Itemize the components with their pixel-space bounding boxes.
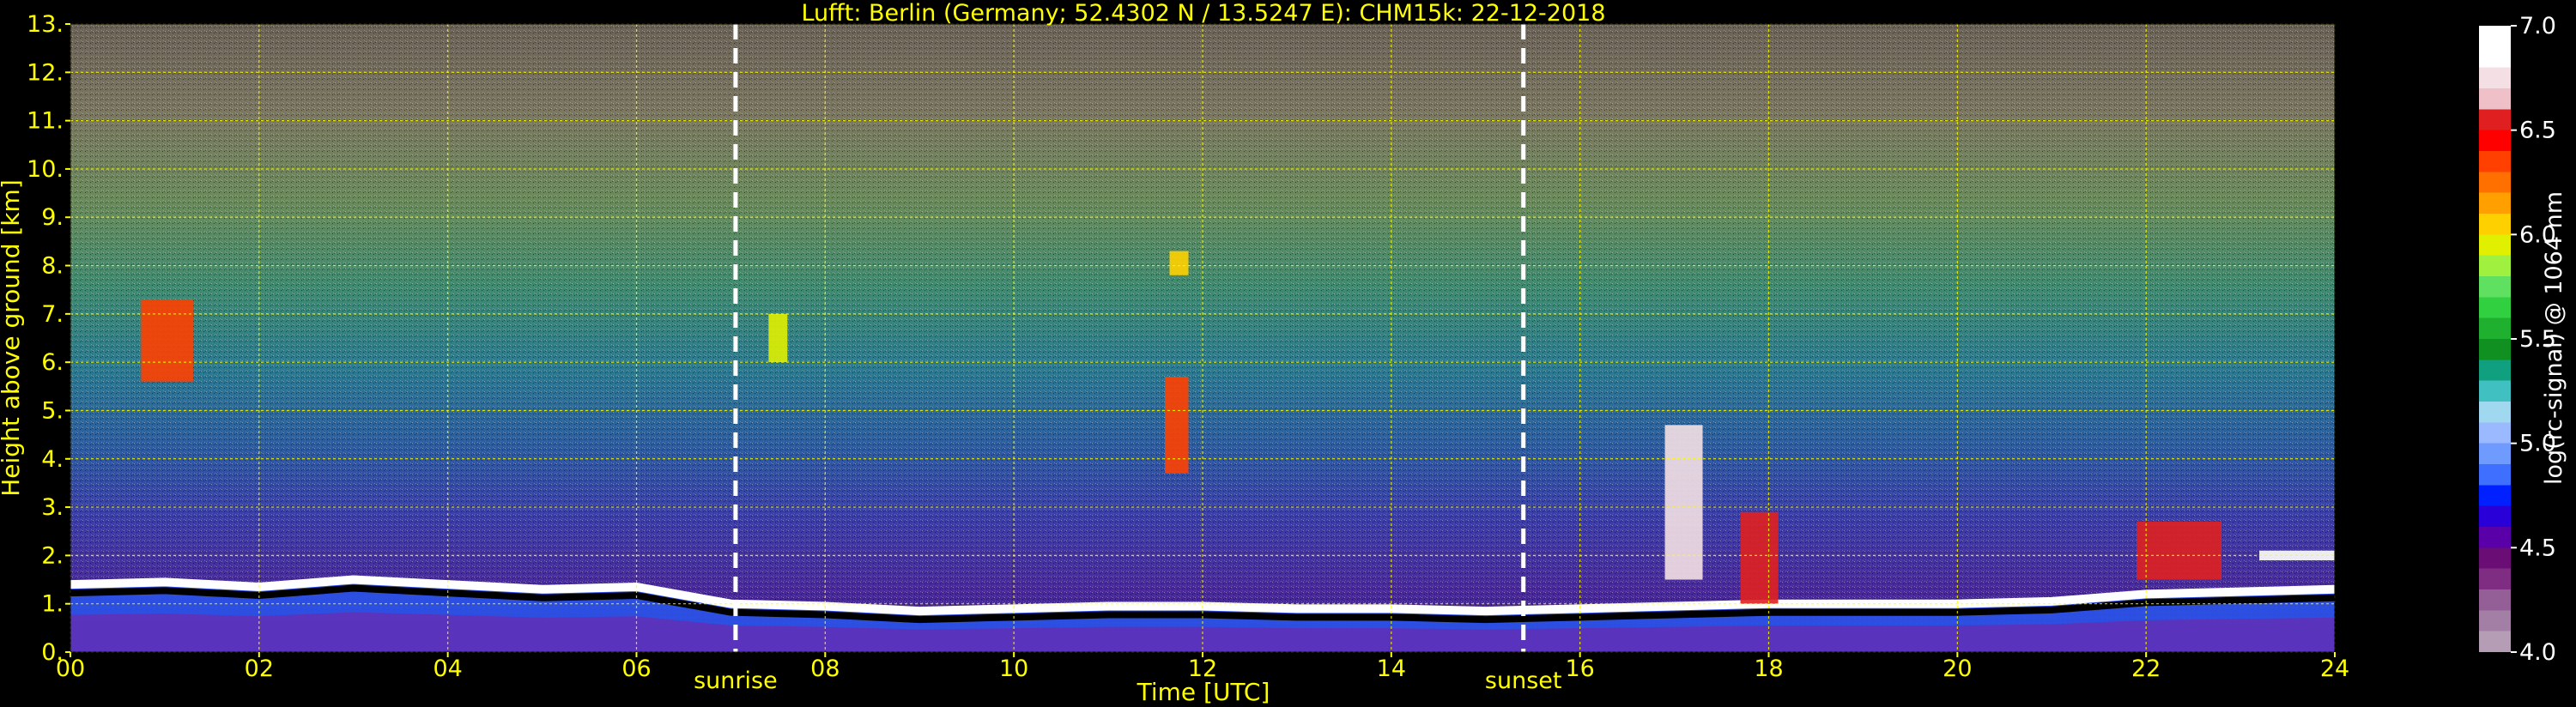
- x-tick-label-4: 08: [810, 656, 839, 682]
- y-tick-label-3: 3.: [41, 494, 64, 521]
- colorbar-tick-label-5: 6.5: [2519, 118, 2556, 144]
- y-tick-label-10: 10.: [27, 156, 64, 183]
- cloud-feature-3: [768, 313, 788, 363]
- x-tick-label-11: 22: [2131, 656, 2161, 682]
- cloud-feature-6: [2137, 521, 2222, 580]
- x-tick-label-12: 24: [2320, 656, 2349, 682]
- x-tick-label-1: 02: [245, 656, 274, 682]
- y-tick-label-13: 13.: [27, 11, 64, 38]
- plot-area: [70, 23, 2336, 653]
- y-tick-label-2: 2.: [41, 542, 64, 569]
- x-tick-label-10: 20: [1943, 656, 1972, 682]
- ceilometer-chart: sunrise sunset00 02 04 06 08 10 12 14 16 18 20 22 240…: [0, 0, 2567, 706]
- cloud-feature-2: [1169, 251, 1189, 275]
- y-tick-label-11: 11.: [27, 108, 64, 135]
- y-tick-label-4: 4.: [41, 446, 64, 473]
- y-tick-label-1: 1.: [41, 591, 64, 618]
- chart-title: Lufft: Berlin (Germany; 52.4302 N / 13.5…: [801, 0, 1605, 27]
- cloud-feature-0: [141, 299, 193, 382]
- sun-marker-label-sunrise: sunrise: [694, 668, 778, 694]
- colorbar-scale: [2479, 26, 2511, 652]
- cloud-feature-4: [1664, 425, 1703, 580]
- colorbar-tick-label-6: 7.0: [2519, 13, 2556, 39]
- colorbar-tick-label-0: 4.0: [2519, 639, 2556, 666]
- x-tick-label-2: 04: [433, 656, 462, 682]
- x-tick-label-3: 06: [621, 656, 651, 682]
- y-tick-label-5: 5.: [41, 397, 64, 424]
- y-tick-label-9: 9.: [41, 204, 64, 231]
- y-tick-label-0: 0.: [41, 639, 64, 666]
- x-tick-label-7: 14: [1377, 656, 1406, 682]
- colorbar: 4.04.55.05.56.06.57.0 log(rc-signal) @ 1…: [2479, 13, 2567, 666]
- y-tick-label-8: 8.: [41, 253, 64, 280]
- x-tick-label-5: 10: [999, 656, 1028, 682]
- x-axis-label: Time [UTC]: [1136, 678, 1270, 706]
- cloud-feature-5: [1740, 511, 1779, 604]
- x-tick-label-8: 16: [1565, 656, 1594, 682]
- y-tick-label-6: 6.: [41, 349, 64, 376]
- colorbar-label: log(rc-signal) @ 1064 nm: [2541, 191, 2567, 485]
- y-axis-label: Height above ground [km]: [0, 179, 25, 497]
- y-tick-label-7: 7.: [41, 301, 64, 328]
- colorbar-tick-label-1: 4.5: [2519, 535, 2556, 561]
- x-tick-label-9: 18: [1754, 656, 1783, 682]
- sun-marker-label-sunset: sunset: [1485, 668, 1562, 694]
- y-tick-label-12: 12.: [27, 59, 64, 86]
